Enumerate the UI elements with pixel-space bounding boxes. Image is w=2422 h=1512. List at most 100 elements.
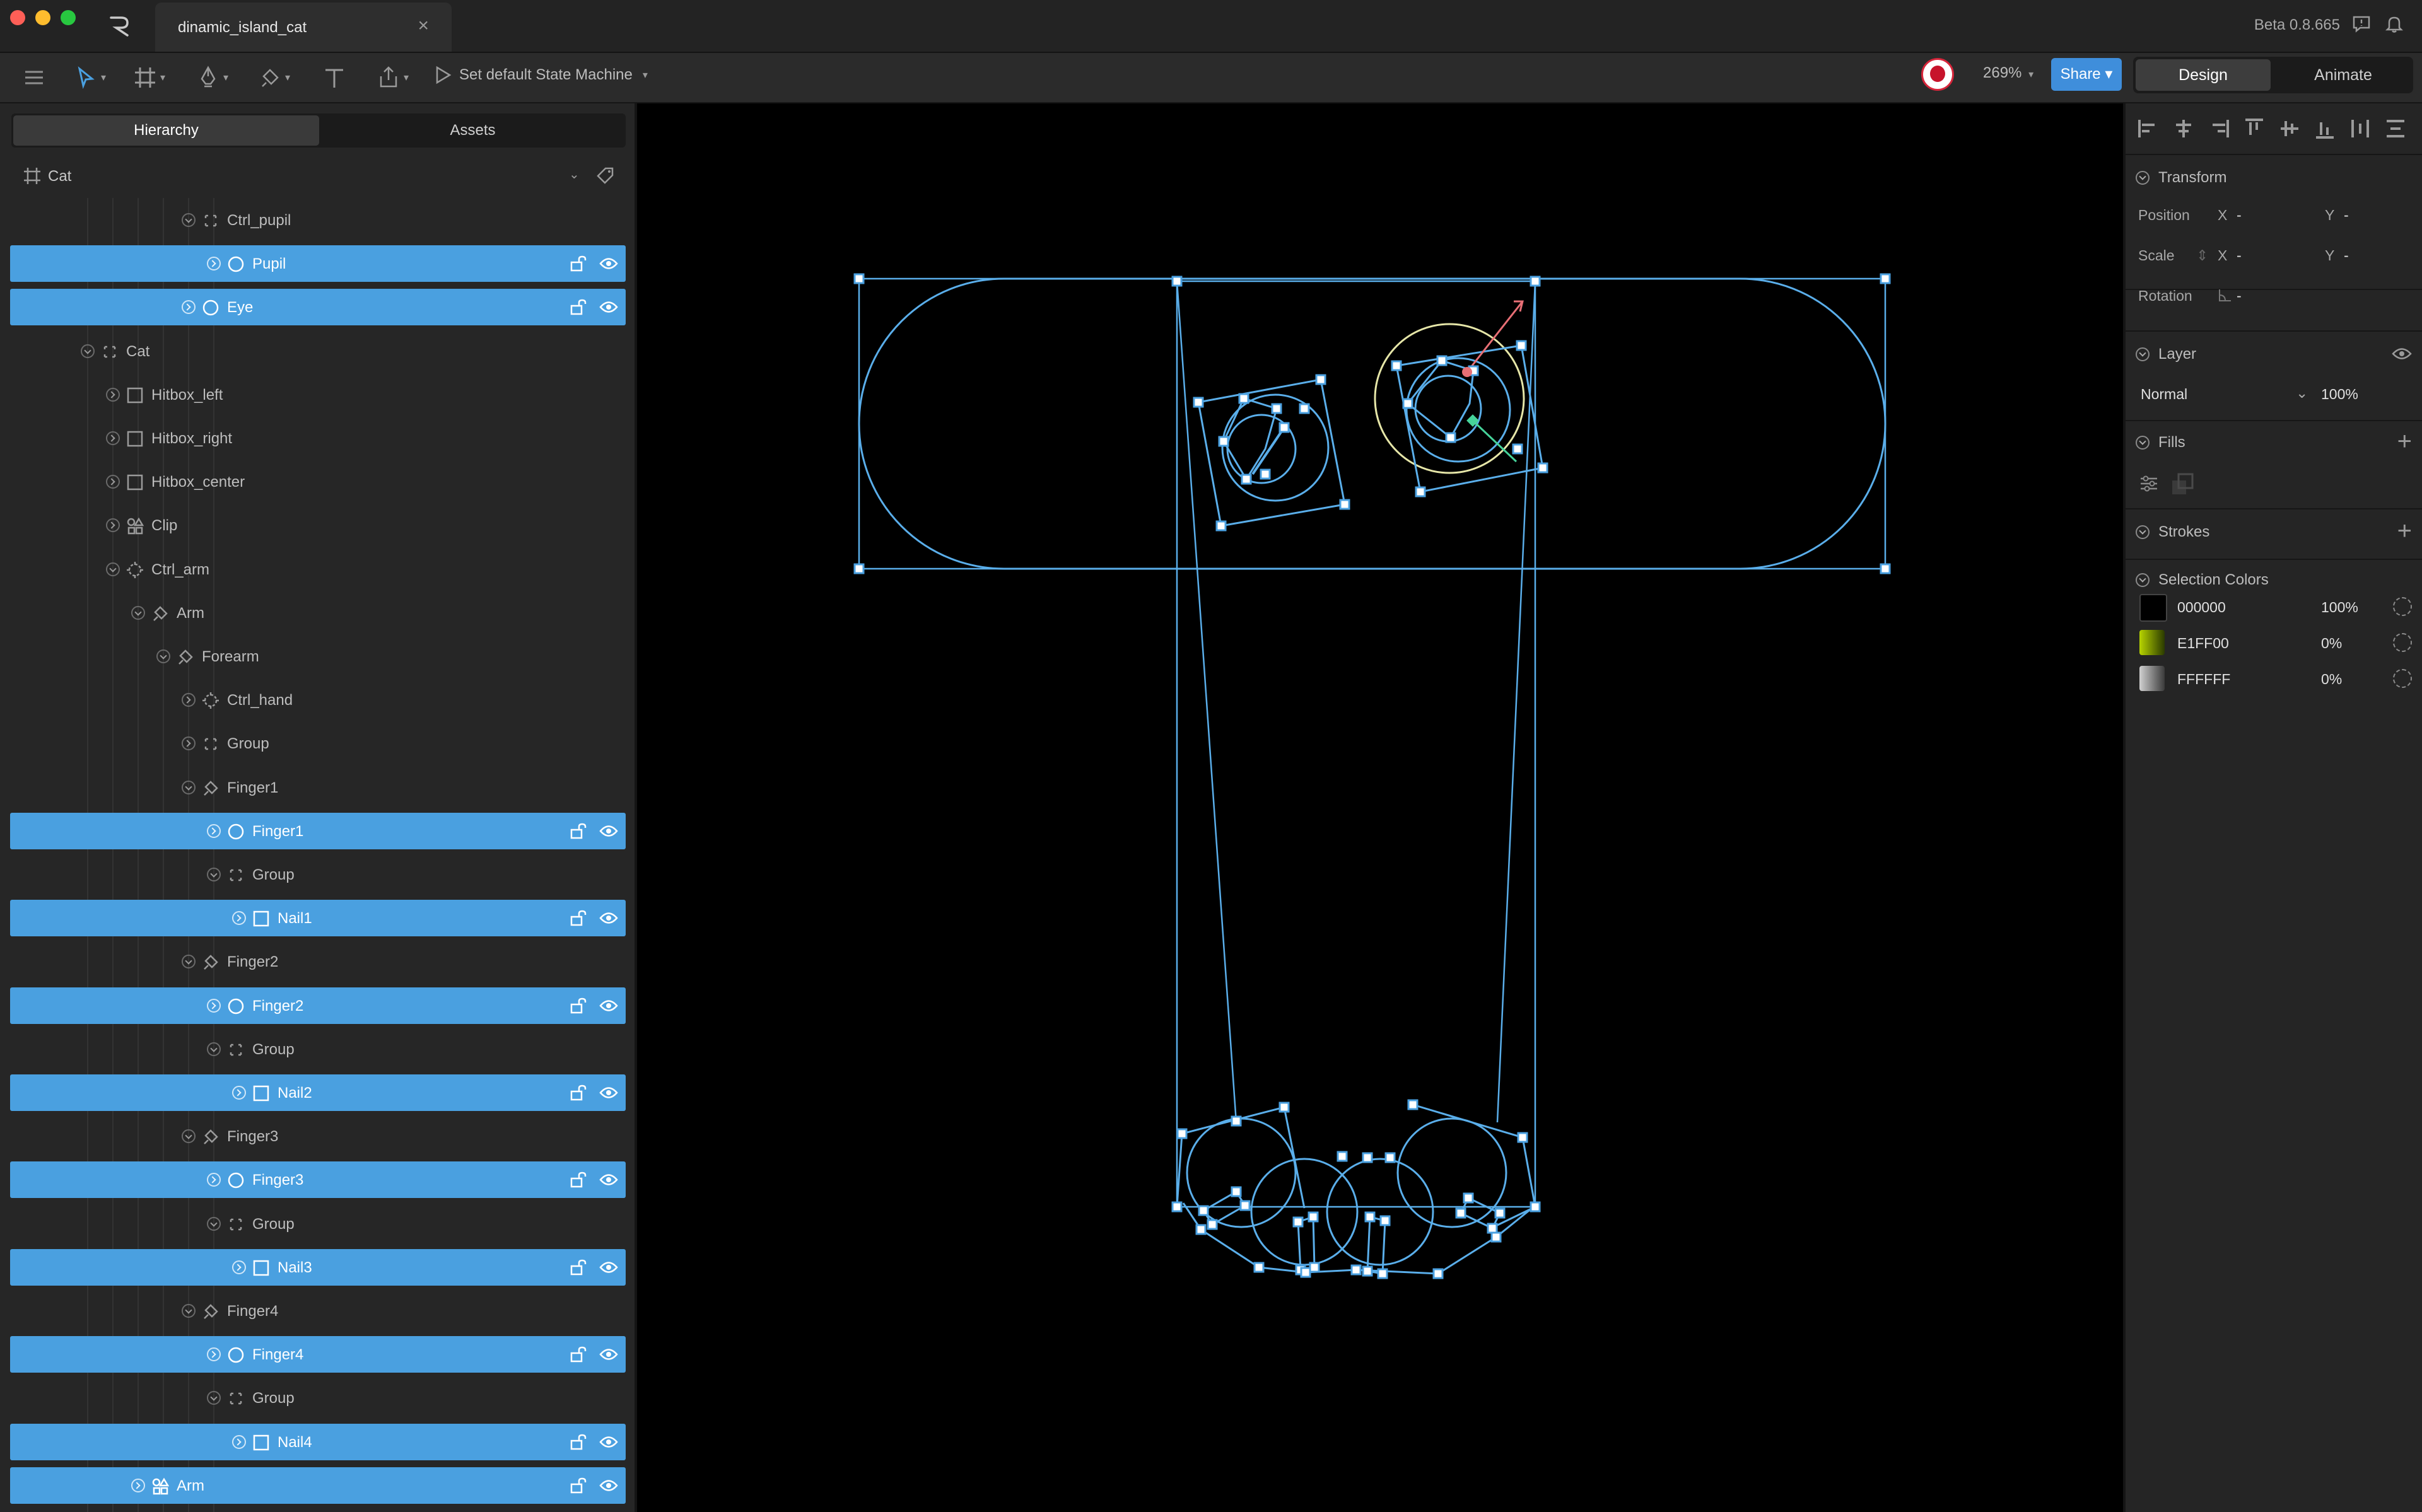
hierarchy-row[interactable]: Ctrl_hand [10, 682, 626, 718]
vertex-handle[interactable] [1379, 1215, 1391, 1226]
hierarchy-row[interactable]: Finger2 [10, 987, 626, 1024]
menu-button[interactable] [21, 63, 47, 92]
layer-header[interactable]: Layer [2136, 346, 2196, 363]
chevron-right-icon[interactable] [131, 1479, 145, 1492]
chevron-right-icon[interactable] [207, 1347, 221, 1361]
rotation-handle[interactable] [1462, 367, 1472, 377]
selection-colors-header[interactable]: Selection Colors [2136, 571, 2269, 589]
align-left-icon[interactable] [2137, 117, 2160, 140]
scale-y-field[interactable]: - [2344, 247, 2349, 264]
vertex-handle[interactable] [1880, 273, 1891, 284]
close-icon[interactable]: × [418, 15, 429, 37]
vertex-handle[interactable] [1516, 340, 1527, 351]
share-button[interactable]: Share ▾ [2051, 58, 2122, 91]
selection-handles[interactable] [853, 273, 1891, 1279]
chevron-right-icon[interactable] [106, 388, 120, 402]
hierarchy-row[interactable]: Pupil [10, 245, 626, 282]
chevron-down-icon[interactable] [207, 1042, 221, 1056]
vertex-handle[interactable] [1278, 422, 1290, 433]
eye-icon[interactable] [599, 1259, 618, 1276]
align-center-v-icon[interactable] [2278, 117, 2301, 140]
color-swatch[interactable] [2139, 594, 2167, 622]
chevron-right-icon[interactable] [182, 693, 196, 707]
eye-icon[interactable] [599, 997, 618, 1014]
vertex-handle[interactable] [1402, 398, 1413, 409]
select-matching-icon[interactable] [2393, 633, 2412, 652]
vertex-handle[interactable] [1195, 1224, 1207, 1235]
unlock-icon[interactable] [569, 255, 588, 272]
color-swatch[interactable] [2139, 630, 2165, 655]
color-opacity-value[interactable]: 100% [2321, 599, 2358, 616]
hierarchy-row[interactable]: Group [10, 1031, 626, 1067]
eye-icon[interactable] [599, 823, 618, 839]
vertex-handle[interactable] [1463, 1192, 1474, 1204]
vertex-handle[interactable] [1362, 1152, 1373, 1163]
vertex-handle[interactable] [1241, 474, 1252, 485]
hierarchy-row[interactable]: Forearm [10, 638, 626, 675]
select-tool-button[interactable]: ▾ [73, 63, 106, 92]
hierarchy-row[interactable]: Group [10, 1380, 626, 1416]
hierarchy-row[interactable]: Clip [10, 507, 626, 544]
chevron-right-icon[interactable] [232, 1435, 246, 1449]
chevron-right-icon[interactable] [182, 300, 196, 314]
vertex-handle[interactable] [1207, 1219, 1218, 1230]
chevron-right-icon[interactable] [182, 736, 196, 750]
vertex-handle[interactable] [1260, 468, 1271, 480]
eye-icon[interactable] [599, 1172, 618, 1188]
vertex-handle[interactable] [1362, 1265, 1373, 1277]
rotation-field[interactable]: - [2237, 288, 2242, 305]
tab-assets[interactable]: Assets [322, 115, 624, 146]
vertex-handle[interactable] [1308, 1211, 1319, 1223]
select-matching-icon[interactable] [2393, 597, 2412, 616]
document-tab[interactable]: dinamic_island_cat × [155, 3, 452, 52]
chevron-down-icon[interactable] [182, 781, 196, 794]
hierarchy-row[interactable]: Finger4 [10, 1336, 626, 1373]
eye-icon[interactable] [2392, 347, 2412, 361]
vertex-handle[interactable] [1530, 276, 1541, 287]
hierarchy-row[interactable]: Arm [10, 595, 626, 631]
blend-mode-select[interactable]: Normal [2141, 386, 2187, 403]
distribute-horizontal-icon[interactable] [2349, 117, 2372, 140]
chevron-right-icon[interactable] [106, 475, 120, 489]
chevron-right-icon[interactable] [232, 1260, 246, 1274]
vertex-handle[interactable] [1530, 1201, 1541, 1213]
vertex-handle[interactable] [1271, 403, 1282, 414]
eye-icon[interactable] [599, 255, 618, 272]
zoom-window-button[interactable] [61, 10, 76, 25]
pen-tool-button[interactable]: ▾ [196, 63, 228, 92]
canvas-artwork[interactable] [637, 103, 2123, 1512]
vertex-handle[interactable] [1436, 355, 1448, 366]
hierarchy-row[interactable]: Nail3 [10, 1249, 626, 1286]
hierarchy-row[interactable]: Hitbox_left [10, 376, 626, 413]
chevron-right-icon[interactable] [106, 518, 120, 532]
vertex-handle[interactable] [1384, 1152, 1396, 1163]
eye-icon[interactable] [599, 1477, 618, 1494]
tab-hierarchy[interactable]: Hierarchy [13, 115, 319, 146]
chevron-down-icon[interactable] [182, 1129, 196, 1143]
sliders-icon[interactable] [2138, 473, 2160, 494]
vertex-handle[interactable] [1176, 1128, 1188, 1139]
color-swatch[interactable] [2139, 666, 2165, 691]
island-pill-shape[interactable] [858, 277, 1887, 570]
chevron-down-icon[interactable]: ⌄ [2296, 385, 2308, 402]
vertex-handle[interactable] [1391, 360, 1402, 371]
unlock-icon[interactable] [569, 299, 588, 315]
bone-tool-button[interactable]: ▾ [257, 63, 290, 92]
chevron-down-icon[interactable] [156, 649, 170, 663]
vertex-handle[interactable] [1278, 1102, 1290, 1113]
hierarchy-row[interactable]: Finger4 [10, 1293, 626, 1329]
align-center-h-icon[interactable] [2172, 117, 2195, 140]
mixed-fill-icon[interactable] [2171, 473, 2194, 496]
rive-logo-icon[interactable] [107, 14, 132, 39]
hierarchy-row[interactable]: Nail2 [10, 1074, 626, 1111]
unlock-icon[interactable] [569, 823, 588, 839]
vertex-handle[interactable] [1231, 1186, 1242, 1197]
island-bounding-box[interactable] [858, 277, 1887, 570]
vertex-handle[interactable] [1517, 1132, 1528, 1143]
close-window-button[interactable] [10, 10, 25, 25]
unlock-icon[interactable] [569, 1434, 588, 1450]
vertex-handle[interactable] [1537, 462, 1548, 474]
hierarchy-row[interactable]: Eye [10, 289, 626, 325]
color-opacity-value[interactable]: 0% [2321, 635, 2342, 652]
strokes-header[interactable]: Strokes [2136, 523, 2209, 541]
